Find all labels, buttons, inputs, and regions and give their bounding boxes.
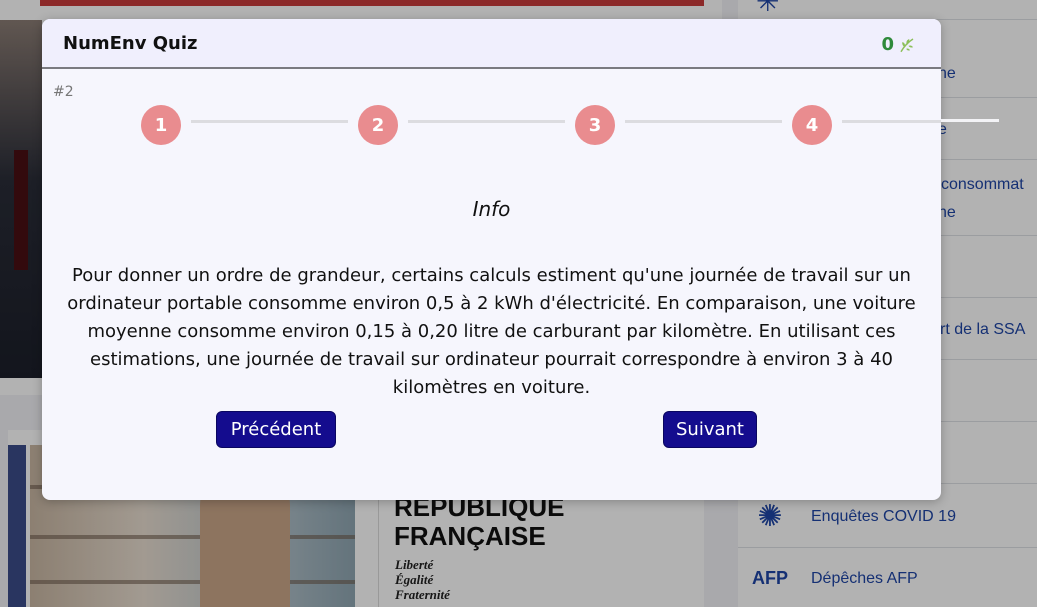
previous-button[interactable]: Précédent <box>216 411 336 448</box>
info-text: Pour donner un ordre de grandeur, certai… <box>67 265 916 398</box>
leaf-icon <box>900 37 914 52</box>
stepper-connector <box>625 120 782 123</box>
stepper-connector <box>408 120 565 123</box>
step-4[interactable]: 4 <box>792 105 832 145</box>
modal-header: NumEnv Quiz 0 <box>42 19 941 69</box>
modal-title: NumEnv Quiz <box>63 33 198 54</box>
score-display: 0 <box>881 34 916 55</box>
question-number: #2 <box>53 84 74 100</box>
next-button[interactable]: Suivant <box>663 411 757 448</box>
info-heading: Info <box>472 197 511 221</box>
stepper-connector-overflow <box>941 119 999 122</box>
step-1[interactable]: 1 <box>141 105 181 145</box>
stepper-connector <box>842 120 941 123</box>
step-2[interactable]: 2 <box>358 105 398 145</box>
score-value: 0 <box>881 34 894 55</box>
quiz-modal: NumEnv Quiz 0 #2 1 2 3 4 Info Pour donne… <box>42 19 999 500</box>
stepper-connector <box>191 120 348 123</box>
step-3[interactable]: 3 <box>575 105 615 145</box>
